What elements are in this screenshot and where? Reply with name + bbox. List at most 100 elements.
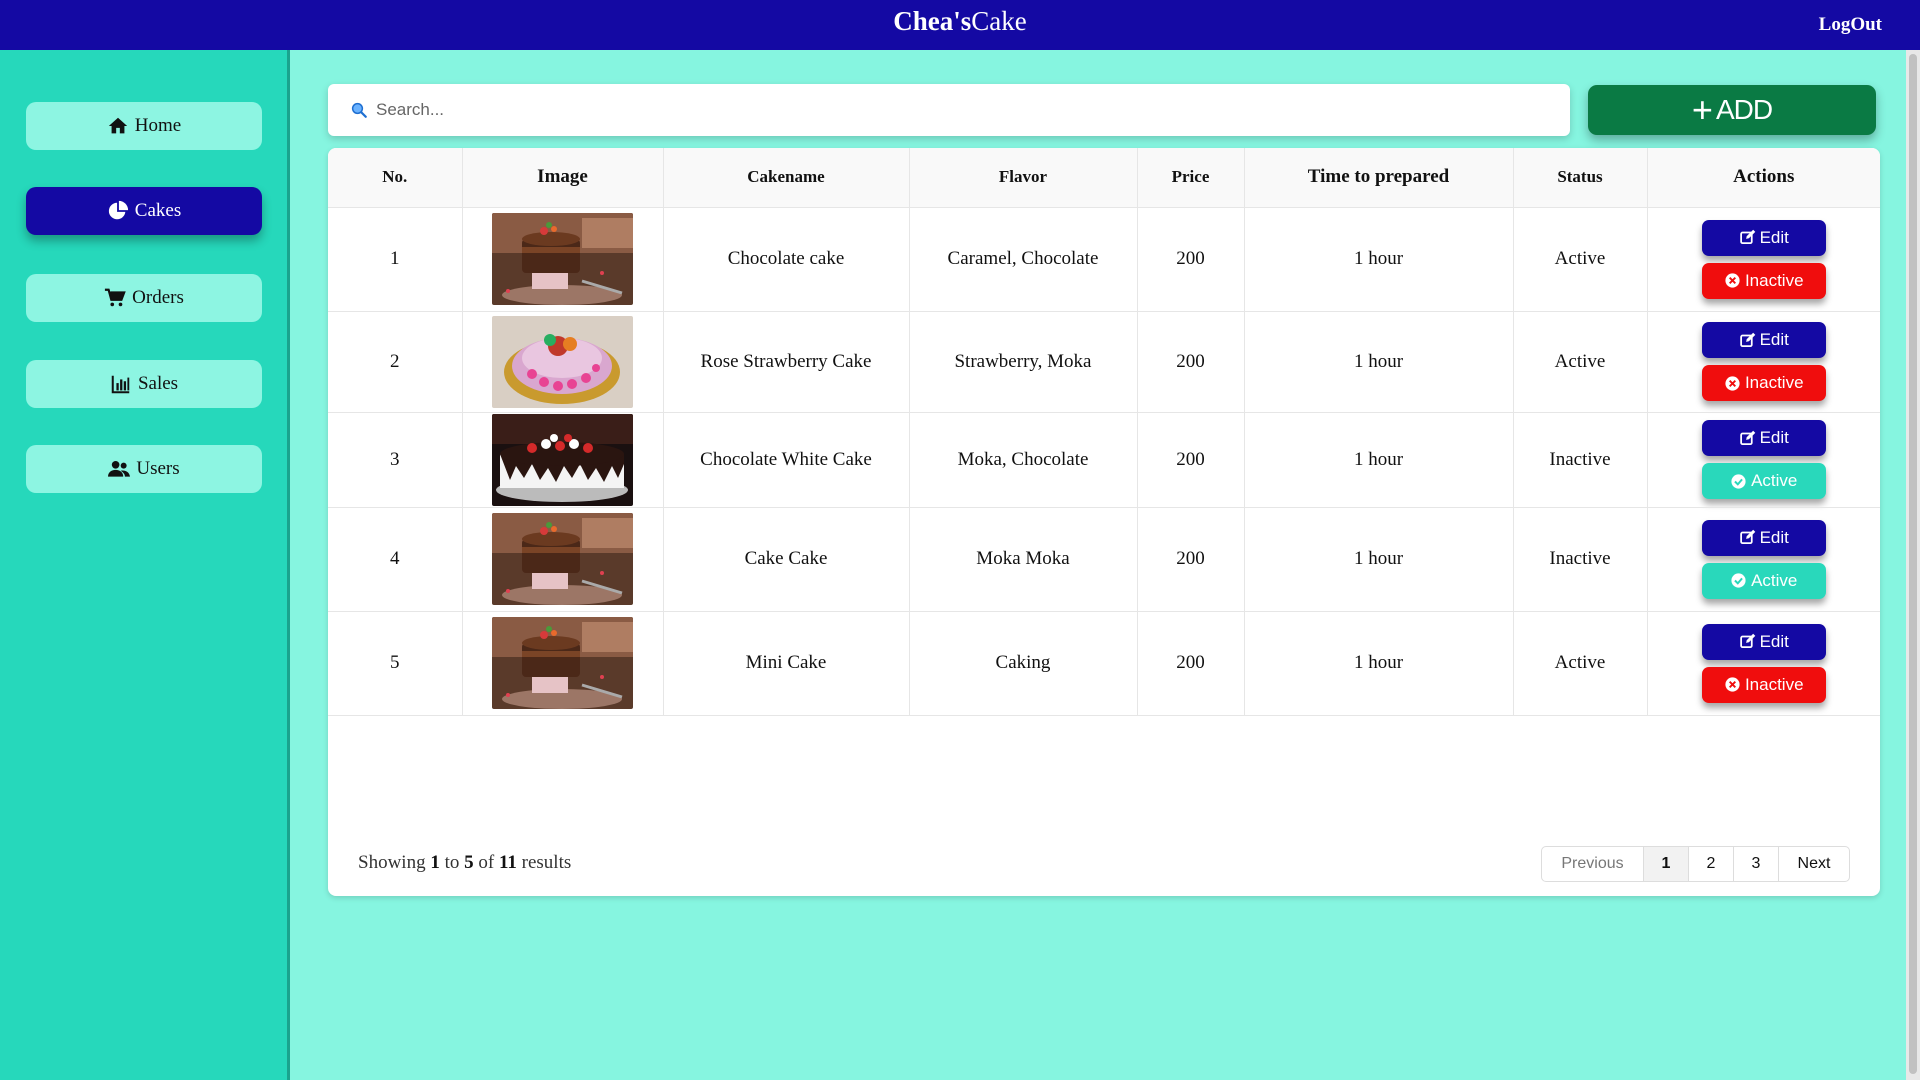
sidebar-item-home[interactable]: Home (26, 102, 262, 150)
search-icon (351, 102, 367, 118)
set-inactive-button[interactable]: Inactive (1701, 666, 1826, 703)
cakes-table: No. Image Cakename Flavor Price Time to … (328, 148, 1880, 716)
cell-cakename: Chocolate White Cake (663, 412, 910, 508)
check-circle-icon (1731, 473, 1746, 489)
cell-status: Active (1513, 611, 1648, 716)
search-input[interactable] (376, 100, 1526, 120)
cell-no: 1 (328, 207, 463, 312)
cell-time: 1 hour (1244, 207, 1514, 312)
summary-total: 11 (498, 852, 517, 873)
brand-title: Chea'sCake (0, 6, 1920, 37)
page-button-1[interactable]: 1 (1644, 847, 1689, 881)
edit-button[interactable]: Edit (1701, 219, 1826, 256)
edit-button[interactable]: Edit (1701, 519, 1826, 556)
edit-icon (1739, 229, 1755, 245)
cell-status: Active (1513, 207, 1648, 312)
table-footer: Showing 1 to 5 of 11 results Previous 1 … (328, 832, 1880, 896)
cell-image (462, 507, 664, 612)
edit-button[interactable]: Edit (1701, 623, 1826, 660)
sidebar-item-users[interactable]: Users (26, 445, 262, 493)
cell-flavor: Moka Moka (909, 507, 1138, 612)
cell-price: 200 (1137, 311, 1245, 413)
cell-status: Inactive (1513, 507, 1648, 612)
table-header-row: No. Image Cakename Flavor Price Time to … (328, 148, 1880, 208)
sidebar-item-label: Cakes (134, 200, 182, 221)
cell-no: 5 (328, 611, 463, 716)
edit-icon (1739, 529, 1755, 545)
x-circle-icon (1725, 375, 1740, 391)
edit-icon (1739, 430, 1755, 445)
cell-flavor: Moka, Chocolate (909, 412, 1138, 508)
table-row: 4 Cake Cake Moka Moka 200 1 hour Inactive Edit… (328, 507, 1880, 612)
cart-icon (105, 288, 126, 307)
cell-time: 1 hour (1244, 412, 1514, 508)
edit-button[interactable]: Edit (1701, 322, 1826, 358)
table-row: 5 Mini Cake Caking 200 1 hour Active Edit Inact… (328, 611, 1880, 716)
sidebar-item-cakes[interactable]: Cakes (26, 187, 262, 235)
set-active-button[interactable]: Active (1701, 562, 1826, 599)
set-active-button[interactable]: Active (1701, 463, 1826, 499)
set-inactive-button[interactable]: Inactive (1701, 365, 1826, 401)
add-button[interactable]: + ADD (1588, 85, 1876, 135)
pie-chart-icon (108, 200, 128, 220)
summary-to: 5 (464, 852, 474, 873)
table-row: 3 Chocolate White Cake Moka, Chocolate 200 1… (328, 412, 1880, 508)
column-header-actions: Actions (1647, 148, 1880, 208)
cake-image (492, 315, 633, 408)
summary-of-word: of (478, 852, 495, 873)
sidebar-item-label: Orders (132, 287, 184, 308)
scrollbar-thumb[interactable] (1909, 54, 1917, 1074)
sidebar-item-orders[interactable]: Orders (26, 274, 262, 322)
edit-button-label: Edit (1759, 227, 1789, 247)
toggle-button-label: Inactive (1744, 270, 1804, 290)
cell-time: 1 hour (1244, 311, 1514, 413)
add-button-label: ADD (1715, 94, 1773, 125)
cell-status: Active (1513, 311, 1648, 413)
x-circle-icon (1725, 677, 1740, 692)
cell-no: 4 (328, 507, 463, 612)
toggle-button-label: Inactive (1744, 674, 1804, 694)
x-circle-icon (1725, 273, 1740, 288)
cell-price: 200 (1137, 611, 1245, 716)
cell-actions: Edit Active (1647, 507, 1880, 612)
cell-price: 200 (1137, 412, 1245, 508)
next-page-button[interactable]: Next (1779, 847, 1849, 881)
summary-suffix: results (521, 852, 572, 873)
cell-flavor: Caramel, Chocolate (909, 207, 1138, 312)
check-circle-icon (1731, 573, 1746, 588)
column-header-flavor: Flavor (909, 148, 1138, 208)
results-summary: Showing 1 to 5 of 11 results (358, 852, 571, 874)
edit-button-label: Edit (1759, 428, 1789, 447)
pagination: Previous 1 2 3 Next (1541, 846, 1850, 882)
sidebar-item-label: Users (136, 458, 180, 479)
home-icon (108, 117, 127, 134)
page-button-2[interactable]: 2 (1689, 847, 1734, 881)
toggle-button-label: Active (1751, 570, 1798, 590)
column-header-cakename: Cakename (663, 148, 910, 208)
cell-cakename: Cake Cake (663, 507, 910, 612)
cake-image (492, 617, 633, 709)
cell-flavor: Strawberry, Moka (909, 311, 1138, 413)
cell-time: 1 hour (1244, 507, 1514, 612)
cell-image (462, 207, 664, 312)
cell-actions: Edit Inactive (1647, 611, 1880, 716)
cakes-table-card: No. Image Cakename Flavor Price Time to … (328, 148, 1880, 896)
cell-cakename: Chocolate cake (663, 207, 910, 312)
cell-actions: Edit Inactive (1647, 207, 1880, 312)
previous-page-button[interactable]: Previous (1542, 847, 1644, 881)
toggle-button-label: Inactive (1744, 373, 1804, 392)
sidebar-item-sales[interactable]: Sales (26, 360, 262, 408)
cell-cakename: Rose Strawberry Cake (663, 311, 910, 413)
vertical-scrollbar[interactable] (1906, 50, 1920, 1080)
logout-link[interactable]: LogOut (1819, 14, 1882, 36)
cell-time: 1 hour (1244, 611, 1514, 716)
table-row: 2 Rose Strawberry Cake Strawberry, Moka 200… (328, 311, 1880, 413)
edit-button[interactable]: Edit (1701, 420, 1826, 456)
page-button-3[interactable]: 3 (1734, 847, 1779, 881)
summary-prefix: Showing (358, 852, 426, 873)
cell-image (462, 412, 664, 508)
set-inactive-button[interactable]: Inactive (1701, 262, 1826, 299)
cell-image (462, 311, 664, 413)
cell-no: 3 (328, 412, 463, 508)
top-bar: Chea'sCake LogOut (0, 0, 1920, 50)
